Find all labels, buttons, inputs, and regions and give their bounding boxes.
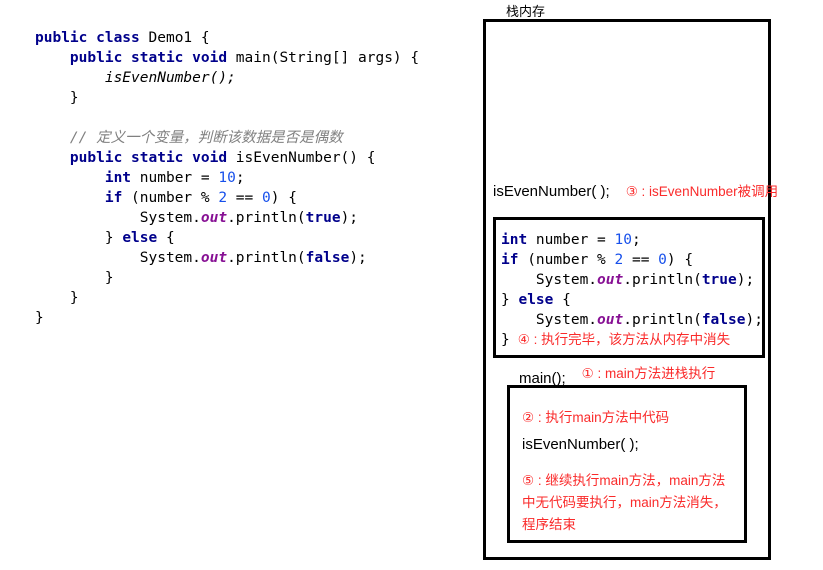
annotation-1-main-push: ① : main方法进栈执行 bbox=[581, 366, 716, 381]
code-line: public class Demo1 { bbox=[35, 30, 210, 46]
code-line: System.out.println(true); bbox=[35, 210, 359, 226]
iseven-call-line: isEvenNumber( ); ③ : isEvenNumber被调用 bbox=[493, 180, 778, 200]
code-line: } bbox=[35, 270, 114, 286]
annotation-2-exec-main: ② : 执行main方法中代码 bbox=[522, 410, 670, 425]
annotation-3-iseven-called: ③ : isEvenNumber被调用 bbox=[625, 184, 779, 199]
code-line: } ④ : 执行完毕，该方法从内存中消失 bbox=[501, 332, 731, 348]
code-line: public static void isEvenNumber() { bbox=[69, 150, 376, 166]
code-line: if (number % 2 == 0) { bbox=[104, 190, 297, 206]
code-line: if (number % 2 == 0) { bbox=[501, 252, 694, 268]
code-line: } bbox=[35, 90, 79, 106]
annotation-5-main-finish: ⑤ : 继续执行main方法，main方法中无代码要执行，main方法消失，程序… bbox=[522, 473, 727, 532]
code-line: public static void main(String[] args) { bbox=[69, 50, 420, 66]
main-method-frame: ② : 执行main方法中代码 isEvenNumber( ); ⑤ : 继续执… bbox=[507, 385, 747, 543]
code-line: int number = 10; bbox=[501, 232, 641, 248]
iseven-call-label: isEvenNumber( ); bbox=[493, 183, 610, 200]
code-line: System.out.println(true); bbox=[501, 272, 755, 288]
code-line: } else { bbox=[501, 292, 571, 308]
code-line: System.out.println(false); bbox=[35, 250, 367, 266]
iseven-call-in-main: isEvenNumber( ); bbox=[522, 436, 639, 453]
main-call-line: main(); ① : main方法进栈执行 bbox=[519, 366, 716, 387]
code-line: // 定义一个变量，判断该数据是否是偶数 bbox=[69, 130, 343, 146]
code-line: } bbox=[35, 310, 44, 326]
stack-memory-box: isEvenNumber( ); ③ : isEvenNumber被调用 int … bbox=[483, 19, 778, 560]
code-line: int number = 10; bbox=[104, 170, 245, 186]
code-line: } bbox=[35, 290, 79, 306]
code-line: } else { bbox=[35, 230, 175, 246]
stack-memory-title: 栈内存 bbox=[506, 4, 546, 19]
code-line: System.out.println(false); bbox=[501, 312, 763, 328]
code-line: isEvenNumber(); bbox=[104, 70, 236, 86]
java-source-code: public class Demo1 { public static void … bbox=[35, 28, 419, 328]
iseven-method-frame: int number = 10; if (number % 2 == 0) { S… bbox=[493, 217, 765, 358]
